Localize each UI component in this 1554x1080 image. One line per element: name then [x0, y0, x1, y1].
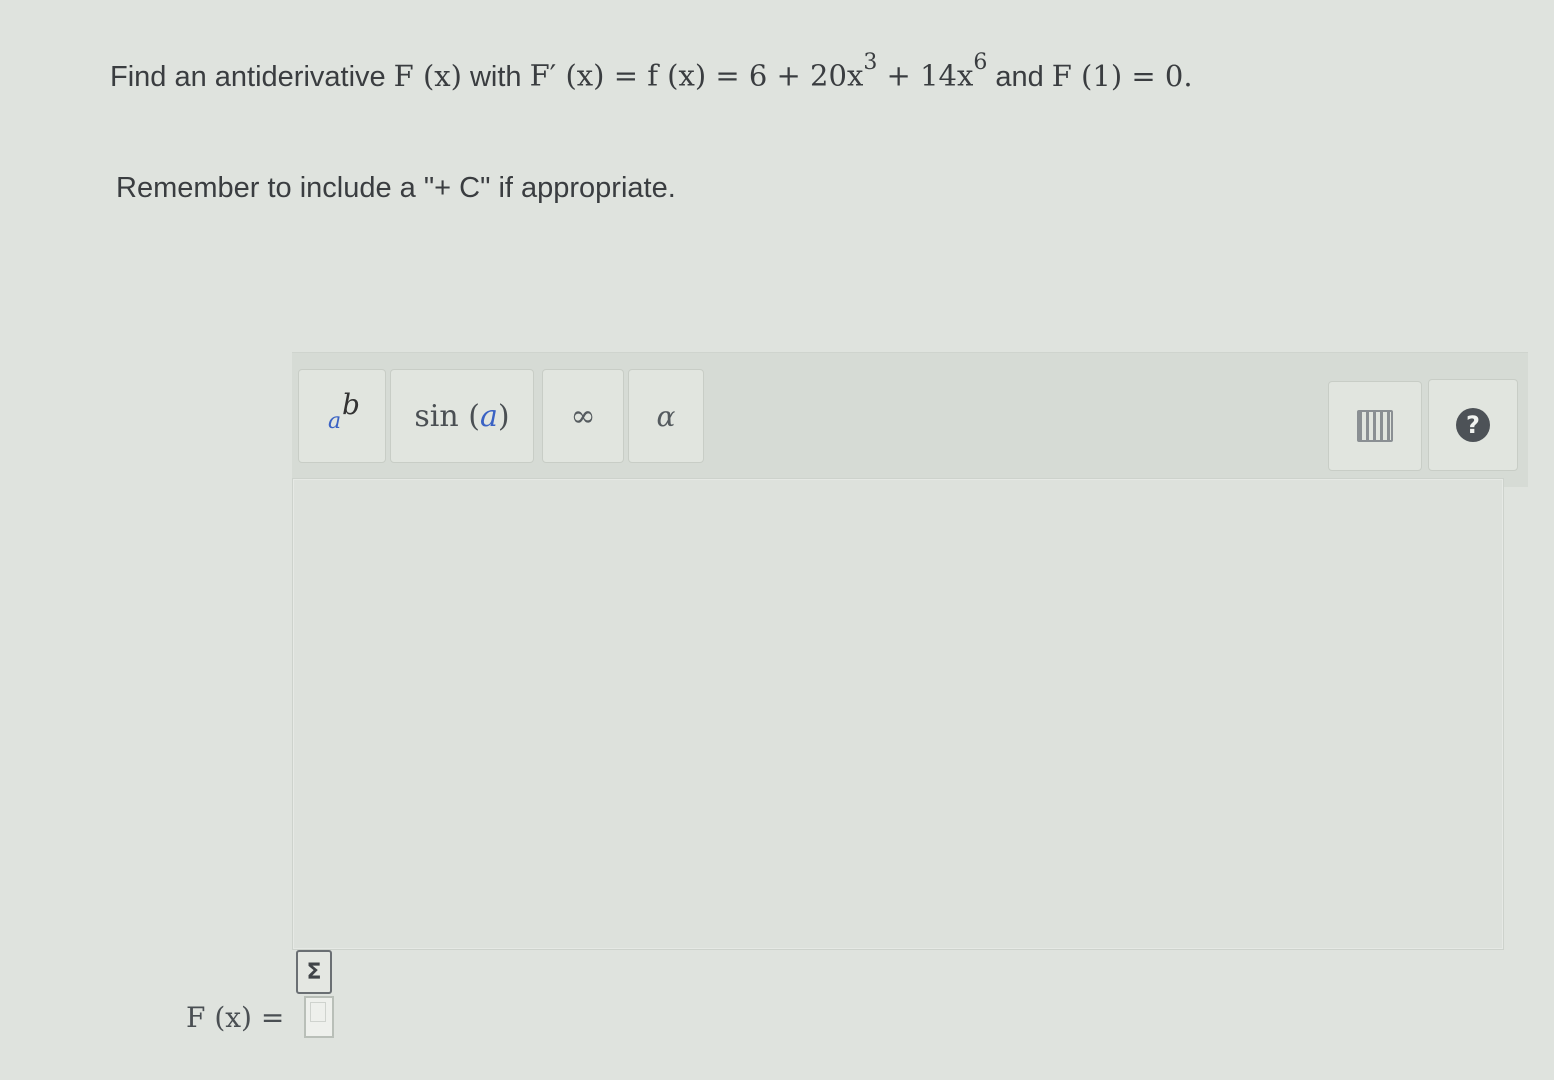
sin-label: sin (a) — [414, 398, 510, 434]
power-exp: b — [342, 388, 360, 421]
math-input-area[interactable] — [292, 478, 1504, 950]
question-and: and — [995, 60, 1044, 93]
answer-input[interactable] — [304, 996, 335, 1038]
help-label: ? — [1466, 411, 1480, 439]
alpha-label: α — [656, 399, 676, 433]
infinity-label: ∞ — [570, 398, 596, 434]
help-button[interactable]: ? — [1428, 379, 1518, 471]
derivative-exp2: 6 — [973, 50, 988, 75]
power-icon: a b — [322, 388, 362, 438]
question-prefix: Find an antiderivative — [110, 60, 386, 93]
palette-toolbar: a b sin (a) ∞ α ? — [292, 352, 1528, 487]
power-base: a — [328, 409, 342, 434]
keyboard-icon — [1357, 410, 1393, 442]
question-derivative: F′ (x) = f (x) = 6 + 20x3 + 14x6 — [529, 50, 988, 93]
reminder-text: Remember to include a "+ C" if appropria… — [116, 172, 676, 204]
derivative-plus: + 14x — [886, 58, 974, 93]
infinity-button[interactable]: ∞ — [542, 369, 624, 463]
sin-func: sin — [414, 398, 459, 434]
help-icon: ? — [1456, 408, 1490, 442]
keyboard-button[interactable] — [1328, 381, 1422, 471]
question-condition: F (1) = 0. — [1051, 58, 1193, 93]
alpha-button[interactable]: α — [628, 369, 704, 463]
sigma-icon[interactable]: Σ — [296, 950, 332, 994]
derivative-exp1: 3 — [863, 50, 878, 75]
sin-arg: a — [479, 398, 498, 434]
question-text: Find an antiderivative F (x) with F′ (x)… — [110, 50, 1201, 94]
answer-row: F (x) = — [186, 996, 335, 1038]
derivative-lhs: F′ (x) = f (x) = 6 + 20x — [529, 58, 864, 93]
sin-button[interactable]: sin (a) — [390, 369, 534, 463]
question-with: with — [469, 60, 522, 93]
math-editor: a b sin (a) ∞ α ? — [292, 352, 1528, 956]
question-fx: F (x) — [393, 58, 462, 93]
power-button[interactable]: a b — [298, 369, 386, 463]
answer-label: F (x) = — [186, 1000, 285, 1034]
